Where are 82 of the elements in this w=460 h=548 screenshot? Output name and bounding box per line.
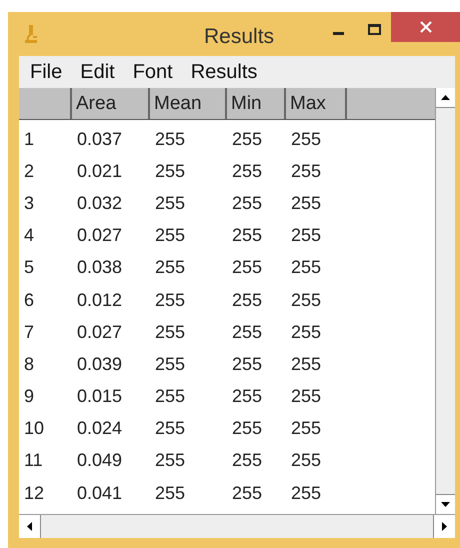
table-cell: 255 (232, 290, 262, 310)
column-header[interactable]: Mean (150, 88, 227, 119)
scroll-up-button[interactable] (436, 88, 455, 108)
window-title: Results (204, 24, 274, 50)
table-cell: 255 (291, 322, 322, 342)
table-cell: 255 (155, 386, 186, 406)
table-cell: 255 (291, 290, 322, 310)
column-header[interactable]: Min (227, 88, 286, 119)
table-cell: 255 (155, 257, 186, 278)
menu-item[interactable]: Font (132, 57, 173, 87)
table-cell: 255 (232, 482, 262, 503)
table-cell: 0.039 (77, 354, 122, 374)
close-icon (420, 21, 432, 33)
table-cell: 255 (291, 192, 322, 213)
scroll-left-button[interactable] (19, 515, 41, 538)
table-cell: 0.041 (77, 482, 122, 503)
table-cell: 0.024 (77, 418, 122, 438)
table-cell: 255 (232, 192, 262, 213)
table-cell: 255 (291, 225, 322, 246)
table-cell: 0.027 (77, 322, 122, 342)
microscope-icon (24, 24, 38, 44)
table-cell: 6 (24, 290, 34, 310)
table-cell: 255 (291, 418, 322, 438)
table-cell: 10 (24, 418, 44, 438)
scroll-right-button[interactable] (433, 515, 455, 538)
table-cell: 0.027 (77, 225, 122, 246)
close-button[interactable] (391, 12, 460, 42)
table-cell: 255 (291, 128, 322, 149)
menu-item[interactable]: Results (190, 57, 258, 87)
table-cell: 255 (232, 160, 262, 181)
column-header[interactable]: Area (72, 88, 150, 119)
table-cell: 255 (232, 322, 262, 342)
table-cell: 255 (232, 225, 262, 246)
table-cell: 3 (24, 192, 34, 213)
table-cell: 0.021 (77, 160, 122, 181)
table-cell: 255 (155, 354, 186, 374)
table-cell: 255 (291, 450, 322, 470)
down-arrow-icon (441, 502, 450, 507)
menu-item[interactable]: Edit (80, 57, 115, 87)
table-cell: 0.015 (77, 386, 122, 406)
table-cell: 255 (291, 160, 322, 181)
table-cell: 8 (24, 354, 34, 374)
menu-item[interactable]: File (30, 57, 62, 87)
left-arrow-icon (27, 522, 32, 531)
table-cell: 1 (24, 128, 34, 149)
table-cell: 2 (24, 160, 34, 181)
table-cell: 255 (232, 257, 262, 278)
table-cell: 4 (24, 225, 34, 246)
table-cell: 0.012 (77, 290, 122, 310)
table-cell: 0.032 (77, 192, 122, 213)
table-cell: 255 (291, 354, 322, 374)
table-cell: 255 (155, 160, 186, 181)
table-cell: 255 (232, 418, 262, 438)
table-cell: 255 (155, 128, 186, 149)
table-cell: 255 (155, 290, 186, 310)
column-header[interactable]: Max (286, 88, 347, 119)
table-cell: 255 (232, 386, 262, 406)
table-cell: 5 (24, 257, 34, 278)
horizontal-scrollbar[interactable] (19, 514, 455, 538)
table-cell: 255 (232, 354, 262, 374)
table-cell: 12 (24, 482, 44, 503)
right-arrow-icon (442, 522, 447, 531)
table-cell: 255 (232, 450, 262, 470)
table-cell: 11 (24, 450, 43, 470)
table-cell: 255 (155, 322, 186, 342)
table-cell: 255 (155, 482, 186, 503)
table-cell: 255 (155, 225, 186, 246)
table-cell: 7 (24, 322, 34, 342)
table-cell: 255 (291, 386, 322, 406)
table-cell: 255 (291, 482, 322, 503)
table-cell: 0.038 (77, 257, 122, 278)
scroll-down-button[interactable] (436, 494, 455, 514)
table-cell: 255 (291, 257, 322, 278)
vertical-scrollbar[interactable] (435, 88, 455, 514)
up-arrow-icon (441, 95, 450, 100)
table-cell: 255 (232, 128, 262, 149)
table-cell: 255 (155, 192, 186, 213)
table-cell: 0.049 (77, 450, 122, 470)
table-cell: 0.037 (77, 128, 122, 149)
table-cell: 255 (155, 418, 186, 438)
table-cell: 9 (24, 386, 34, 406)
table-cell: 255 (155, 450, 186, 470)
